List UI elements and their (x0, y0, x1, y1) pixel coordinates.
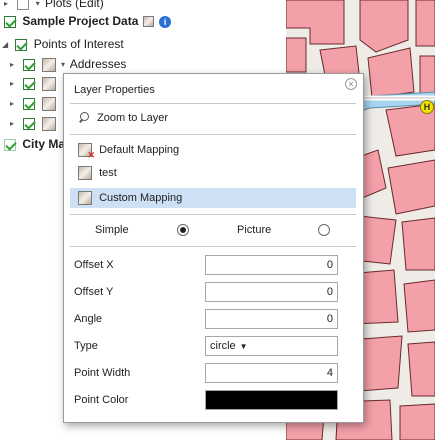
tree-row-plots[interactable]: ▸ ▾ Plots (Edit) (4, 0, 104, 12)
checkbox[interactable] (23, 77, 36, 90)
checkbox[interactable] (4, 15, 16, 28)
tree-row-points-of-interest[interactable]: ◢ Points of Interest (2, 35, 124, 53)
dropdown-arrow-icon[interactable]: ▾ (61, 60, 65, 69)
map-marker-label: H (423, 102, 431, 112)
layer-label: Plots (Edit) (45, 0, 104, 10)
tree-row-city-map[interactable]: City Ma (4, 135, 65, 153)
expand-arrow-icon[interactable]: ▸ (4, 0, 14, 13)
tree-row-layer[interactable]: ▸ (10, 94, 58, 112)
layer-style-icon[interactable] (41, 116, 56, 131)
layer-style-icon[interactable] (142, 16, 154, 28)
close-icon[interactable]: × (345, 78, 357, 90)
mapping-icon (78, 191, 92, 206)
type-value: circle (210, 340, 236, 352)
tree-row-layer[interactable]: ▸ (10, 114, 58, 132)
mapping-icon: ✕ (78, 143, 95, 160)
checkbox[interactable] (23, 97, 36, 110)
building (387, 159, 435, 215)
chevron-down-icon: ▼ (239, 342, 248, 351)
angle-label: Angle (74, 313, 103, 325)
menu-item-label: Zoom to Layer (97, 112, 168, 124)
menu-item-test[interactable]: test (70, 163, 356, 183)
checkbox[interactable] (23, 58, 36, 71)
offset-x-label: Offset X (74, 259, 114, 271)
zoom-to-layer-button[interactable]: Zoom to Layer (70, 108, 356, 128)
dropdown-arrow-icon[interactable]: ▾ (36, 0, 40, 8)
mapping-icon (78, 166, 92, 181)
layer-label: Addresses (69, 57, 127, 71)
tree-row-layer[interactable]: ▸ (10, 74, 58, 92)
expand-arrow-icon[interactable]: ▸ (10, 75, 20, 93)
expand-arrow-icon[interactable]: ▸ (10, 115, 20, 133)
point-color-swatch[interactable] (205, 390, 338, 410)
checkbox[interactable] (15, 38, 28, 51)
delete-icon[interactable]: ✕ (87, 151, 95, 160)
offset-x-input[interactable]: 0 (205, 255, 338, 275)
point-width-input[interactable]: 4 (205, 363, 338, 383)
info-icon[interactable]: i (159, 15, 172, 28)
building (286, 37, 307, 73)
offset-y-input[interactable]: 0 (205, 282, 338, 302)
building (401, 217, 435, 271)
divider (70, 246, 356, 247)
layer-label: Sample Project Data (22, 14, 139, 28)
divider (70, 214, 356, 215)
type-label: Type (74, 340, 98, 352)
popup-title: Layer Properties (74, 84, 155, 96)
building (403, 279, 435, 333)
menu-item-label: Default Mapping (99, 144, 180, 156)
angle-input[interactable]: 0 (205, 309, 338, 329)
simple-radio-label: Simple (95, 224, 129, 236)
point-width-label: Point Width (74, 367, 131, 379)
layer-style-icon[interactable] (41, 76, 56, 91)
checkbox[interactable] (4, 138, 16, 151)
offset-y-label: Offset Y (74, 286, 114, 298)
expand-arrow-icon[interactable]: ▸ (10, 56, 20, 74)
map-marker-icon[interactable]: H (420, 100, 434, 114)
collapse-arrow-icon[interactable]: ◢ (2, 36, 12, 54)
building (419, 55, 435, 97)
point-color-label: Point Color (74, 394, 129, 406)
layer-label: Points of Interest (33, 37, 124, 51)
picture-radio-label: Picture (237, 224, 272, 236)
picture-radio[interactable] (318, 224, 330, 236)
tree-row-sample-project-data[interactable]: Sample Project Data i (4, 12, 172, 30)
menu-item-default-mapping[interactable]: ✕ Default Mapping (70, 140, 356, 160)
layer-style-icon[interactable] (41, 96, 56, 111)
mode-radio-group: Simple Picture (70, 220, 356, 240)
tree-row-addresses[interactable]: ▸ ▾ Addresses (10, 55, 126, 73)
layer-label: City Ma (22, 137, 66, 151)
menu-item-label: Custom Mapping (99, 192, 183, 204)
menu-item-label: test (99, 167, 117, 179)
layer-style-icon[interactable] (41, 57, 56, 72)
building (407, 341, 435, 397)
simple-radio[interactable] (177, 224, 189, 236)
menu-item-custom-mapping[interactable]: Custom Mapping (70, 188, 356, 208)
type-select[interactable]: circle ▼ (205, 336, 338, 356)
building (399, 403, 435, 440)
building (415, 0, 435, 47)
checkbox[interactable] (17, 0, 30, 10)
layer-properties-popup: Layer Properties × Zoom to Layer ✕ Defau… (63, 73, 364, 423)
expand-arrow-icon[interactable]: ▸ (10, 95, 20, 113)
divider (70, 134, 356, 135)
checkbox[interactable] (23, 117, 36, 130)
zoom-icon (78, 112, 90, 124)
divider (70, 103, 356, 104)
